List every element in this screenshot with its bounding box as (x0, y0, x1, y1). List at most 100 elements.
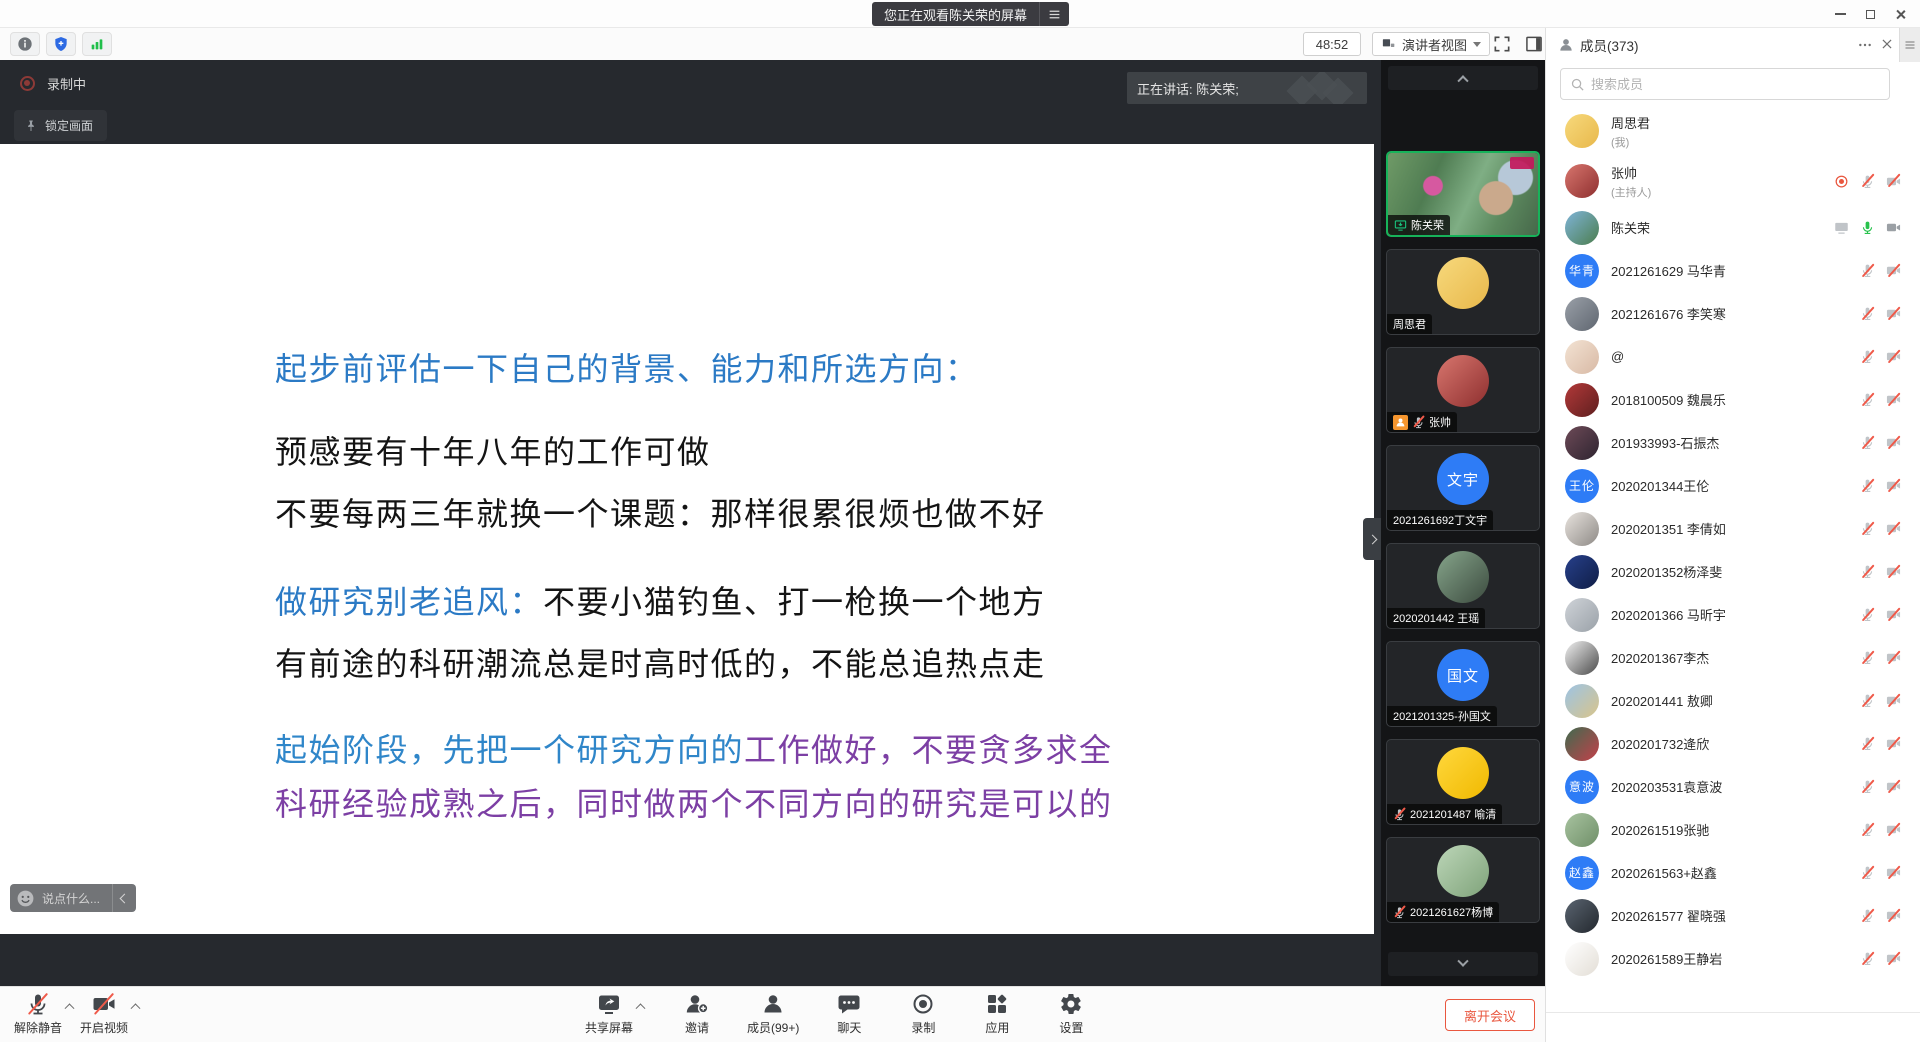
member-names: 2020201367李杰 (1611, 648, 1709, 667)
watching-banner-text: 您正在观看陈关荣的屏幕 (872, 2, 1039, 26)
chat-collapse-button[interactable] (112, 884, 136, 912)
member-row[interactable]: 2020201732逄欣 (1546, 722, 1920, 765)
network-status-button[interactable] (82, 32, 112, 56)
close-window-button[interactable] (1890, 5, 1910, 23)
toolbar-button-chat[interactable]: 聊天 (825, 992, 873, 1036)
toolbar-chevron-up[interactable] (62, 1002, 76, 1009)
member-search-box[interactable] (1560, 68, 1890, 100)
close-panel-button[interactable] (1880, 37, 1894, 51)
toolbar-button-mic[interactable]: 解除静音 (14, 992, 62, 1036)
toolbar-button-invite[interactable]: 邀请 (673, 992, 721, 1036)
meeting-info-button[interactable] (10, 32, 40, 56)
now-speaking-box: 正在讲话: 陈关荣; (1127, 72, 1367, 104)
more-options-button[interactable] (1856, 37, 1874, 53)
toolbar-chevron-up[interactable] (128, 1002, 142, 1009)
member-name: 2021261629 马华青 (1611, 261, 1726, 280)
member-row[interactable]: 张帅(主持人) (1546, 156, 1920, 206)
member-names: 2021261676 李笑寒 (1611, 304, 1726, 323)
video-tile[interactable]: 2021261627杨博 (1386, 837, 1540, 923)
member-row[interactable]: 201933993-石振杰 (1546, 421, 1920, 464)
toolbar-button-gear[interactable]: 设置 (1047, 992, 1095, 1036)
member-names: 周思君(我) (1611, 113, 1650, 150)
avatar (1565, 598, 1599, 632)
member-row[interactable]: 2020261589王静岩 (1546, 937, 1920, 980)
chevron-up-icon (635, 1003, 645, 1013)
view-mode-dropdown[interactable]: 演讲者视图 (1372, 32, 1490, 56)
toolbar-button-record[interactable]: 录制 (899, 992, 947, 1036)
mic-icon (1860, 607, 1875, 622)
video-tile[interactable]: 陈关荣 (1386, 151, 1540, 237)
avatar (1565, 512, 1599, 546)
toolbar-chevron-up[interactable] (633, 1002, 647, 1009)
member-name: 周思君 (1611, 113, 1650, 132)
member-status-icons (1860, 392, 1901, 407)
leave-meeting-button[interactable]: 离开会议 (1445, 999, 1535, 1031)
person-icon (761, 992, 785, 1016)
avatar: 赵鑫 (1565, 856, 1599, 890)
member-row[interactable]: 2021261676 李笑寒 (1546, 292, 1920, 335)
security-button[interactable] (46, 32, 76, 56)
restore-button[interactable] (1860, 5, 1880, 23)
member-row[interactable]: 2020201352杨泽斐 (1546, 550, 1920, 593)
member-search-input[interactable] (1591, 77, 1880, 92)
member-row[interactable]: 2018100509 魏晨乐 (1546, 378, 1920, 421)
video-tile[interactable]: 2021201487 喻清 (1386, 739, 1540, 825)
toolbar-button-share-screen[interactable]: 共享屏幕 (585, 992, 633, 1036)
mic-icon (1860, 392, 1875, 407)
banner-menu-button[interactable] (1039, 2, 1069, 26)
strip-scroll-down-button[interactable] (1388, 952, 1538, 976)
member-names: 2018100509 魏晨乐 (1611, 390, 1726, 409)
chat-quick-input[interactable]: 说点什么... (10, 884, 136, 912)
video-thumbnail-strip: 陈关荣周思君张帅文宇2021261692丁文宇2020201442 王瑶国文20… (1381, 60, 1545, 986)
minimize-icon (1835, 13, 1846, 15)
member-name: 201933993-石振杰 (1611, 433, 1719, 452)
toolbar-button-person[interactable]: 成员(99+) (747, 992, 799, 1036)
member-row[interactable]: 2020261519张驰 (1546, 808, 1920, 851)
toolbar-button-apps[interactable]: 应用 (973, 992, 1021, 1036)
toolbar-button-label: 解除静音 (14, 1019, 62, 1036)
video-tile[interactable]: 国文2021201325-孙国文 (1386, 641, 1540, 727)
member-row[interactable]: 2020201367李杰 (1546, 636, 1920, 679)
member-row[interactable]: 2020201351 李倩如 (1546, 507, 1920, 550)
member-row[interactable]: 2020261577 翟晓强 (1546, 894, 1920, 937)
member-name: 2020261589王静岩 (1611, 949, 1722, 968)
toolbar-button-cam[interactable]: 开启视频 (80, 992, 128, 1036)
meeting-timer: 48:52 (1303, 32, 1361, 56)
member-status-icons (1860, 822, 1901, 837)
panel-collapse-tab[interactable] (1899, 28, 1920, 62)
slide-text-line: 不要每两三年就换一个课题：那样很累很烦也做不好 (275, 494, 1046, 534)
minimize-button[interactable] (1830, 5, 1850, 23)
cam-icon (1886, 220, 1901, 235)
video-tile[interactable]: 张帅 (1386, 347, 1540, 433)
cam-icon (1886, 564, 1901, 579)
video-strip-toggle[interactable] (1363, 518, 1381, 560)
fullscreen-button[interactable] (1492, 34, 1512, 54)
avatar (1565, 942, 1599, 976)
member-row[interactable]: 周思君(我) (1546, 106, 1920, 156)
close-icon (1895, 9, 1906, 20)
member-row[interactable]: 2020201441 敖卿 (1546, 679, 1920, 722)
video-tile-name: 陈关荣 (1411, 217, 1444, 233)
strip-scroll-up-button[interactable] (1388, 66, 1538, 90)
member-row[interactable]: 王伦2020201344王伦 (1546, 464, 1920, 507)
video-tile-label: 周思君 (1387, 314, 1432, 334)
video-tile[interactable]: 2020201442 王瑶 (1386, 543, 1540, 629)
side-panel-toggle-button[interactable] (1524, 34, 1544, 54)
member-status-icons (1860, 693, 1901, 708)
member-row[interactable]: @ (1546, 335, 1920, 378)
member-names: 张帅(主持人) (1611, 163, 1651, 200)
member-name: 2020201732逄欣 (1611, 734, 1709, 753)
member-row[interactable]: 赵鑫2020261563+赵鑫 (1546, 851, 1920, 894)
video-tile[interactable]: 文宇2021261692丁文宇 (1386, 445, 1540, 531)
member-row[interactable]: 华青2021261629 马华青 (1546, 249, 1920, 292)
member-row[interactable]: 2020201366 马昕宇 (1546, 593, 1920, 636)
member-status-icons (1860, 736, 1901, 751)
member-row[interactable]: 意波2020203531袁意波 (1546, 765, 1920, 808)
member-names: 2020261519张驰 (1611, 820, 1709, 839)
avatar: 国文 (1437, 649, 1489, 701)
member-row[interactable]: 陈关荣 (1546, 206, 1920, 249)
lock-view-button[interactable]: 锁定画面 (14, 110, 107, 141)
member-status-icons (1860, 478, 1901, 493)
video-tile[interactable]: 周思君 (1386, 249, 1540, 335)
toolbar-button-label: 录制 (911, 1019, 935, 1036)
